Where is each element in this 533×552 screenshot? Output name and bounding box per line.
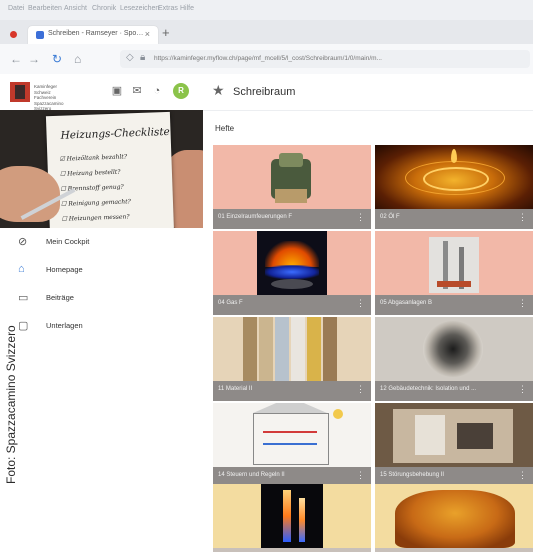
card-caption: 01 Einzelraumfeuerungen F — [218, 214, 293, 220]
favicon-icon — [36, 31, 44, 39]
page-title: Schreibraum — [233, 86, 296, 98]
more-options-icon[interactable]: ⋮ — [356, 384, 365, 395]
card[interactable]: 01 Einzelraumfeuerungen F ⋮ — [213, 145, 371, 229]
tab-title: Schreiben - Ramseyer · Spo… — [48, 30, 144, 37]
card-caption: 04 Gas F — [218, 300, 243, 306]
star-icon[interactable]: ★ — [212, 82, 225, 99]
hero-line: ☑ Heizöltank bezahlt? — [59, 153, 128, 163]
card-image — [375, 403, 533, 467]
home-icon[interactable]: ⌂ — [74, 52, 81, 66]
card-image — [213, 231, 371, 295]
back-icon[interactable]: ← — [10, 52, 22, 66]
dashboard-icon: ⊘ — [18, 236, 28, 248]
hero-line: ☐ Heizung bestellt? — [59, 168, 121, 178]
card-image — [213, 145, 371, 209]
card-caption: 05 Abgasanlagen B — [380, 300, 433, 306]
more-options-icon[interactable]: ⋮ — [356, 212, 365, 223]
section-title: Hefte — [215, 124, 235, 133]
hero-line: ☐ Heizungen messen? — [61, 213, 130, 223]
photo-credit: Foto: Spazzacamino Svizzero — [4, 325, 18, 484]
card[interactable]: 02 Öl F ⋮ — [375, 145, 533, 229]
card-caption: 11 Material II — [218, 386, 253, 392]
sidebar-item-beitraege[interactable]: ▭ Beiträge — [0, 284, 203, 312]
card-caption: 02 Öl F — [380, 214, 400, 220]
browser-menubar: Datei Bearbeiten Ansicht Chronik Lesezei… — [0, 0, 533, 21]
menu-item-view[interactable]: Ansicht — [64, 5, 87, 12]
card-image — [213, 317, 371, 381]
card-caption: 12 Gebäudetechnik: Isolation und ... — [380, 386, 477, 392]
more-options-icon[interactable]: ⋮ — [356, 470, 365, 481]
new-tab-button[interactable]: + — [162, 25, 170, 40]
sidebar-item-label: Beiträge — [46, 293, 74, 302]
card-image — [375, 484, 533, 548]
card[interactable]: 14 Steuern und Regeln II ⋮ — [213, 403, 371, 487]
card-image — [375, 231, 533, 295]
avatar[interactable]: R — [173, 83, 189, 99]
card[interactable]: 04 Gas F ⋮ — [213, 231, 371, 315]
menu-item-help[interactable]: Hilfe — [180, 5, 194, 12]
sidebar-item-homepage[interactable]: ⌂ Homepage — [0, 256, 203, 284]
home-icon: ⌂ — [18, 263, 25, 275]
forward-icon[interactable]: → — [28, 52, 40, 66]
pinned-tab-icon[interactable] — [10, 31, 17, 38]
more-options-icon[interactable]: ⋮ — [518, 470, 527, 481]
close-tab-icon[interactable]: × — [145, 29, 150, 39]
more-options-icon[interactable]: ⋮ — [518, 212, 527, 223]
folder-icon: ▢ — [18, 320, 29, 332]
logo[interactable] — [10, 82, 30, 102]
more-options-icon[interactable]: ⋮ — [518, 298, 527, 309]
document-icon: ▭ — [18, 292, 29, 304]
url-bar[interactable]: ◇ 🔒︎ https://kaminfeger.myflow.ch/page/m… — [120, 50, 530, 68]
sidebar-item-unterlagen[interactable]: ▢ Unterlagen — [0, 312, 203, 340]
url-text: https://kaminfeger.myflow.ch/page/mf_mce… — [154, 55, 382, 62]
menu-item-file[interactable]: Datei — [8, 5, 24, 12]
reload-icon[interactable]: ↻ — [52, 52, 62, 66]
card-image — [375, 317, 533, 381]
card-image — [213, 484, 371, 548]
card[interactable]: 05 Abgasanlagen B ⋮ — [375, 231, 533, 315]
sidebar-item-cockpit[interactable]: ⊘ Mein Cockpit — [0, 228, 203, 256]
mail-icon[interactable]: ✉ — [130, 84, 144, 98]
card[interactable]: 11 Material II ⋮ — [213, 317, 371, 401]
hero-image: Heizungs-Checkliste ☑ Heizöltank bezahlt… — [0, 110, 203, 228]
card[interactable]: 12 Gebäudetechnik: Isolation und ... ⋮ — [375, 317, 533, 401]
hero-heading: Heizungs-Checkliste — [60, 125, 170, 142]
card-caption: 14 Steuern und Regeln II — [218, 472, 285, 478]
hero-line: ☐ Reinigung gemacht? — [60, 198, 131, 208]
card-caption: 15 Störungsbehebung II — [380, 472, 445, 478]
logo-text: Kaminfeger Schweiz Fachverein Spazzacami… — [34, 84, 64, 111]
shield-icon: ◇ — [126, 52, 134, 63]
card[interactable]: 15 Störungsbehebung II ⋮ — [375, 403, 533, 487]
more-options-icon[interactable]: ⋮ — [356, 298, 365, 309]
menu-item-history[interactable]: Chronik — [92, 5, 116, 12]
sidebar-item-label: Homepage — [46, 265, 83, 274]
clipboard-icon[interactable]: ▣ — [110, 84, 124, 98]
card-image — [213, 403, 371, 467]
lock-icon: 🔒︎ — [140, 52, 146, 63]
menu-item-tools[interactable]: Extras — [158, 5, 178, 12]
bell-icon[interactable]: ◔ — [150, 84, 164, 98]
menu-item-bookmarks[interactable]: Lesezeichen — [120, 5, 159, 12]
more-options-icon[interactable]: ⋮ — [518, 384, 527, 395]
sidebar-item-label: Unterlagen — [46, 321, 83, 330]
card-image — [375, 145, 533, 209]
menu-item-edit[interactable]: Bearbeiten — [28, 5, 62, 12]
browser-tab[interactable]: Schreiben - Ramseyer · Spo… × — [28, 26, 158, 44]
card[interactable] — [375, 484, 533, 552]
sidebar-item-label: Mein Cockpit — [46, 237, 90, 246]
card[interactable] — [213, 484, 371, 552]
